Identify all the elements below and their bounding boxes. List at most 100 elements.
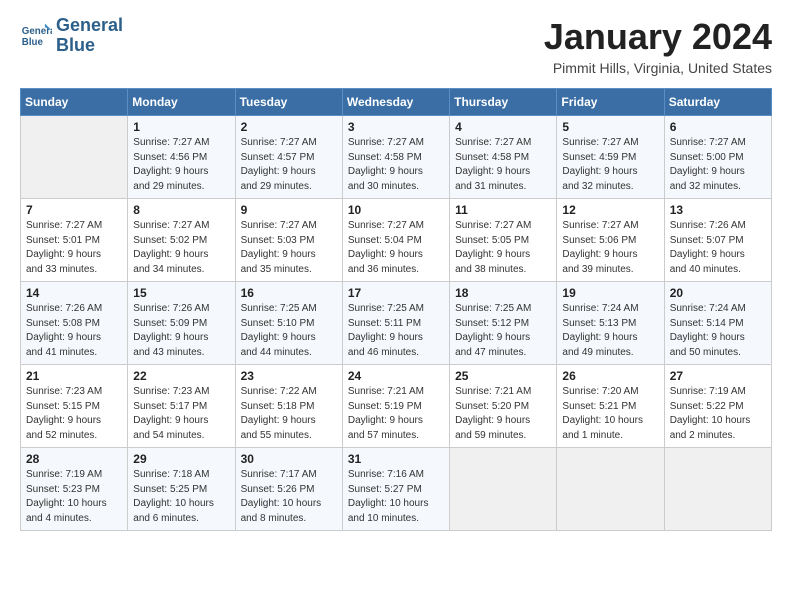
day-info: Sunrise: 7:20 AM Sunset: 5:21 PM Dayligh… bbox=[562, 385, 658, 443]
logo-line1: General bbox=[56, 16, 123, 36]
day-number: 14 bbox=[26, 286, 122, 300]
day-info: Sunrise: 7:27 AM Sunset: 5:02 PM Dayligh… bbox=[133, 219, 229, 277]
calendar-cell: 14 Sunrise: 7:26 AM Sunset: 5:08 PM Dayli… bbox=[21, 282, 128, 365]
day-info: Sunrise: 7:21 AM Sunset: 5:20 PM Dayligh… bbox=[455, 385, 551, 443]
location: Pimmit Hills, Virginia, United States bbox=[544, 60, 772, 76]
header-wednesday: Wednesday bbox=[342, 89, 449, 116]
day-number: 1 bbox=[133, 120, 229, 134]
day-number: 5 bbox=[562, 120, 658, 134]
day-info: Sunrise: 7:26 AM Sunset: 5:08 PM Dayligh… bbox=[26, 302, 122, 360]
header-saturday: Saturday bbox=[664, 89, 771, 116]
day-number: 2 bbox=[241, 120, 337, 134]
day-info: Sunrise: 7:27 AM Sunset: 5:04 PM Dayligh… bbox=[348, 219, 444, 277]
calendar-cell: 7Sunrise: 7:27 AM Sunset: 5:01 PM Daylig… bbox=[21, 199, 128, 282]
calendar-cell: 17Sunrise: 7:25 AM Sunset: 5:11 PM Dayli… bbox=[342, 282, 449, 365]
calendar-cell: 25Sunrise: 7:21 AM Sunset: 5:20 PM Dayli… bbox=[450, 365, 557, 448]
calendar-cell: 6 Sunrise: 7:27 AM Sunset: 5:00 PM Daylig… bbox=[664, 116, 771, 199]
calendar-cell: 21 Sunrise: 7:23 AM Sunset: 5:15 PM Dayli… bbox=[21, 365, 128, 448]
day-info: Sunrise: 7:19 AM Sunset: 5:23 PM Dayligh… bbox=[26, 468, 122, 526]
calendar-cell: 29 Sunrise: 7:18 AM Sunset: 5:25 PM Dayli… bbox=[128, 448, 235, 531]
calendar-cell: 4 Sunrise: 7:27 AM Sunset: 4:58 PM Daylig… bbox=[450, 116, 557, 199]
month-title: January 2024 bbox=[544, 16, 772, 58]
day-info: Sunrise: 7:16 AM Sunset: 5:27 PM Dayligh… bbox=[348, 468, 444, 526]
day-number: 15 bbox=[133, 286, 229, 300]
day-number: 9 bbox=[241, 203, 337, 217]
calendar-week-1: 1 Sunrise: 7:27 AM Sunset: 4:56 PM Daylig… bbox=[21, 116, 772, 199]
calendar-cell: 22 Sunrise: 7:23 AM Sunset: 5:17 PM Dayli… bbox=[128, 365, 235, 448]
day-number: 20 bbox=[670, 286, 766, 300]
header-row: Sunday Monday Tuesday Wednesday Thursday… bbox=[21, 89, 772, 116]
day-info: Sunrise: 7:27 AM Sunset: 5:05 PM Dayligh… bbox=[455, 219, 551, 277]
day-info: Sunrise: 7:18 AM Sunset: 5:25 PM Dayligh… bbox=[133, 468, 229, 526]
day-info: Sunrise: 7:23 AM Sunset: 5:15 PM Dayligh… bbox=[26, 385, 122, 443]
calendar-cell bbox=[450, 448, 557, 531]
calendar-cell: 24Sunrise: 7:21 AM Sunset: 5:19 PM Dayli… bbox=[342, 365, 449, 448]
logo: General Blue General Blue bbox=[20, 16, 123, 56]
day-info: Sunrise: 7:27 AM Sunset: 5:00 PM Dayligh… bbox=[670, 136, 766, 194]
page-header: General Blue General Blue January 2024 P… bbox=[20, 16, 772, 76]
calendar-cell: 30Sunrise: 7:17 AM Sunset: 5:26 PM Dayli… bbox=[235, 448, 342, 531]
calendar-cell: 31Sunrise: 7:16 AM Sunset: 5:27 PM Dayli… bbox=[342, 448, 449, 531]
header-tuesday: Tuesday bbox=[235, 89, 342, 116]
day-info: Sunrise: 7:23 AM Sunset: 5:17 PM Dayligh… bbox=[133, 385, 229, 443]
calendar-body: 1 Sunrise: 7:27 AM Sunset: 4:56 PM Daylig… bbox=[21, 116, 772, 531]
day-info: Sunrise: 7:25 AM Sunset: 5:12 PM Dayligh… bbox=[455, 302, 551, 360]
calendar-cell: 5 Sunrise: 7:27 AM Sunset: 4:59 PM Daylig… bbox=[557, 116, 664, 199]
day-number: 8 bbox=[133, 203, 229, 217]
day-info: Sunrise: 7:27 AM Sunset: 4:58 PM Dayligh… bbox=[455, 136, 551, 194]
logo-text: General Blue bbox=[56, 16, 123, 56]
header-monday: Monday bbox=[128, 89, 235, 116]
day-number: 16 bbox=[241, 286, 337, 300]
day-info: Sunrise: 7:27 AM Sunset: 5:01 PM Dayligh… bbox=[26, 219, 122, 277]
calendar-cell: 19Sunrise: 7:24 AM Sunset: 5:13 PM Dayli… bbox=[557, 282, 664, 365]
day-number: 23 bbox=[241, 369, 337, 383]
calendar-week-3: 14 Sunrise: 7:26 AM Sunset: 5:08 PM Dayli… bbox=[21, 282, 772, 365]
day-number: 22 bbox=[133, 369, 229, 383]
calendar-cell: 20Sunrise: 7:24 AM Sunset: 5:14 PM Dayli… bbox=[664, 282, 771, 365]
day-info: Sunrise: 7:25 AM Sunset: 5:11 PM Dayligh… bbox=[348, 302, 444, 360]
calendar-cell: 8 Sunrise: 7:27 AM Sunset: 5:02 PM Daylig… bbox=[128, 199, 235, 282]
calendar-cell: 1 Sunrise: 7:27 AM Sunset: 4:56 PM Daylig… bbox=[128, 116, 235, 199]
day-number: 27 bbox=[670, 369, 766, 383]
calendar-cell: 9Sunrise: 7:27 AM Sunset: 5:03 PM Daylig… bbox=[235, 199, 342, 282]
calendar-cell: 3Sunrise: 7:27 AM Sunset: 4:58 PM Daylig… bbox=[342, 116, 449, 199]
day-number: 3 bbox=[348, 120, 444, 134]
day-info: Sunrise: 7:22 AM Sunset: 5:18 PM Dayligh… bbox=[241, 385, 337, 443]
day-number: 30 bbox=[241, 452, 337, 466]
day-info: Sunrise: 7:27 AM Sunset: 4:56 PM Dayligh… bbox=[133, 136, 229, 194]
day-number: 11 bbox=[455, 203, 551, 217]
day-number: 10 bbox=[348, 203, 444, 217]
day-info: Sunrise: 7:25 AM Sunset: 5:10 PM Dayligh… bbox=[241, 302, 337, 360]
header-thursday: Thursday bbox=[450, 89, 557, 116]
day-number: 26 bbox=[562, 369, 658, 383]
day-number: 24 bbox=[348, 369, 444, 383]
day-number: 12 bbox=[562, 203, 658, 217]
logo-icon: General Blue bbox=[20, 20, 52, 52]
calendar-cell bbox=[664, 448, 771, 531]
calendar-table: Sunday Monday Tuesday Wednesday Thursday… bbox=[20, 88, 772, 531]
calendar-cell: 13Sunrise: 7:26 AM Sunset: 5:07 PM Dayli… bbox=[664, 199, 771, 282]
day-number: 28 bbox=[26, 452, 122, 466]
calendar-cell: 11 Sunrise: 7:27 AM Sunset: 5:05 PM Dayli… bbox=[450, 199, 557, 282]
day-number: 18 bbox=[455, 286, 551, 300]
calendar-cell: 28 Sunrise: 7:19 AM Sunset: 5:23 PM Dayli… bbox=[21, 448, 128, 531]
day-info: Sunrise: 7:27 AM Sunset: 5:06 PM Dayligh… bbox=[562, 219, 658, 277]
svg-text:Blue: Blue bbox=[22, 37, 44, 48]
day-info: Sunrise: 7:19 AM Sunset: 5:22 PM Dayligh… bbox=[670, 385, 766, 443]
calendar-cell: 15 Sunrise: 7:26 AM Sunset: 5:09 PM Dayli… bbox=[128, 282, 235, 365]
day-number: 21 bbox=[26, 369, 122, 383]
day-number: 6 bbox=[670, 120, 766, 134]
day-info: Sunrise: 7:26 AM Sunset: 5:07 PM Dayligh… bbox=[670, 219, 766, 277]
calendar-cell bbox=[21, 116, 128, 199]
calendar-cell: 12 Sunrise: 7:27 AM Sunset: 5:06 PM Dayli… bbox=[557, 199, 664, 282]
calendar-cell: 18 Sunrise: 7:25 AM Sunset: 5:12 PM Dayli… bbox=[450, 282, 557, 365]
logo-line2: Blue bbox=[56, 36, 123, 56]
calendar-cell: 16 Sunrise: 7:25 AM Sunset: 5:10 PM Dayli… bbox=[235, 282, 342, 365]
day-info: Sunrise: 7:27 AM Sunset: 4:59 PM Dayligh… bbox=[562, 136, 658, 194]
day-number: 29 bbox=[133, 452, 229, 466]
day-info: Sunrise: 7:26 AM Sunset: 5:09 PM Dayligh… bbox=[133, 302, 229, 360]
calendar-cell: 2Sunrise: 7:27 AM Sunset: 4:57 PM Daylig… bbox=[235, 116, 342, 199]
day-number: 4 bbox=[455, 120, 551, 134]
calendar-cell: 10 Sunrise: 7:27 AM Sunset: 5:04 PM Dayli… bbox=[342, 199, 449, 282]
calendar-cell: 23 Sunrise: 7:22 AM Sunset: 5:18 PM Dayli… bbox=[235, 365, 342, 448]
